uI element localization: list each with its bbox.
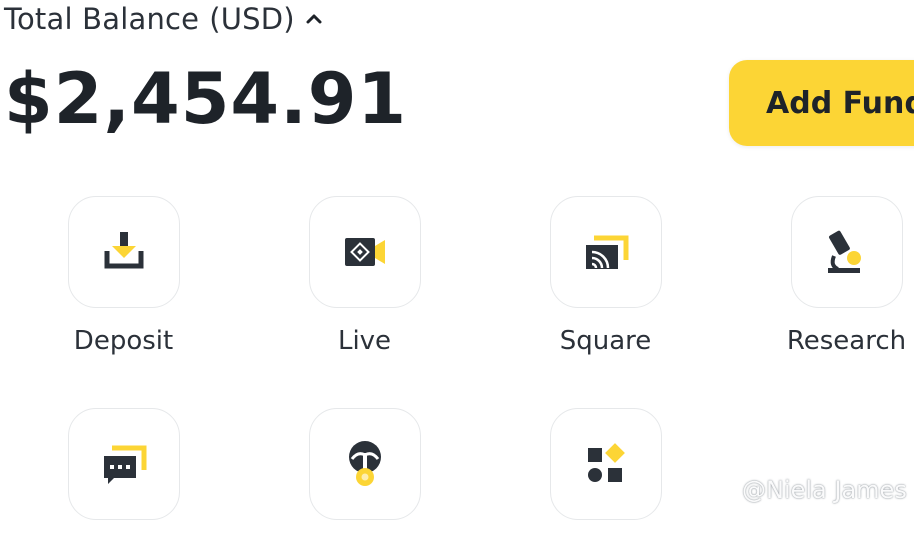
- chat-icon: [103, 445, 146, 484]
- badge-tile-box[interactable]: [308, 408, 421, 520]
- watermark: @Niela James: [712, 476, 907, 504]
- research-label: Research: [786, 326, 907, 356]
- live-icon: [344, 238, 385, 266]
- square-label: Square: [559, 326, 652, 356]
- binance-logo-icon: [712, 483, 738, 497]
- deposit-tile[interactable]: Deposit: [3, 196, 244, 356]
- currency-label: (USD): [209, 2, 295, 36]
- watermark-text: @Niela James: [742, 476, 907, 504]
- balance-label-text: Total Balance: [4, 2, 200, 36]
- chat-tile[interactable]: [3, 408, 244, 538]
- research-tile-box[interactable]: [790, 196, 903, 308]
- chevron-up-icon[interactable]: [305, 10, 323, 28]
- live-label: Live: [337, 326, 392, 356]
- more-icon: [587, 443, 625, 482]
- square-icon: [585, 235, 628, 269]
- live-tile-box[interactable]: [308, 196, 421, 308]
- chat-tile-box[interactable]: [67, 408, 180, 520]
- badge-tile[interactable]: [244, 408, 485, 538]
- more-tile[interactable]: [485, 408, 726, 538]
- research-tile[interactable]: Research: [726, 196, 914, 356]
- total-balance-label[interactable]: Total Balance (USD): [4, 2, 323, 36]
- deposit-tile-box[interactable]: [67, 196, 180, 308]
- research-icon: [827, 230, 861, 273]
- balance-amount: $2,454.91: [4, 58, 408, 140]
- deposit-icon: [104, 232, 143, 269]
- square-tile[interactable]: Square: [485, 196, 726, 356]
- more-tile-box[interactable]: [549, 408, 662, 520]
- badge-icon: [348, 441, 381, 486]
- live-tile[interactable]: Live: [244, 196, 485, 356]
- add-funds-button[interactable]: Add Funds: [729, 60, 914, 146]
- square-tile-box[interactable]: [549, 196, 662, 308]
- deposit-label: Deposit: [73, 326, 174, 356]
